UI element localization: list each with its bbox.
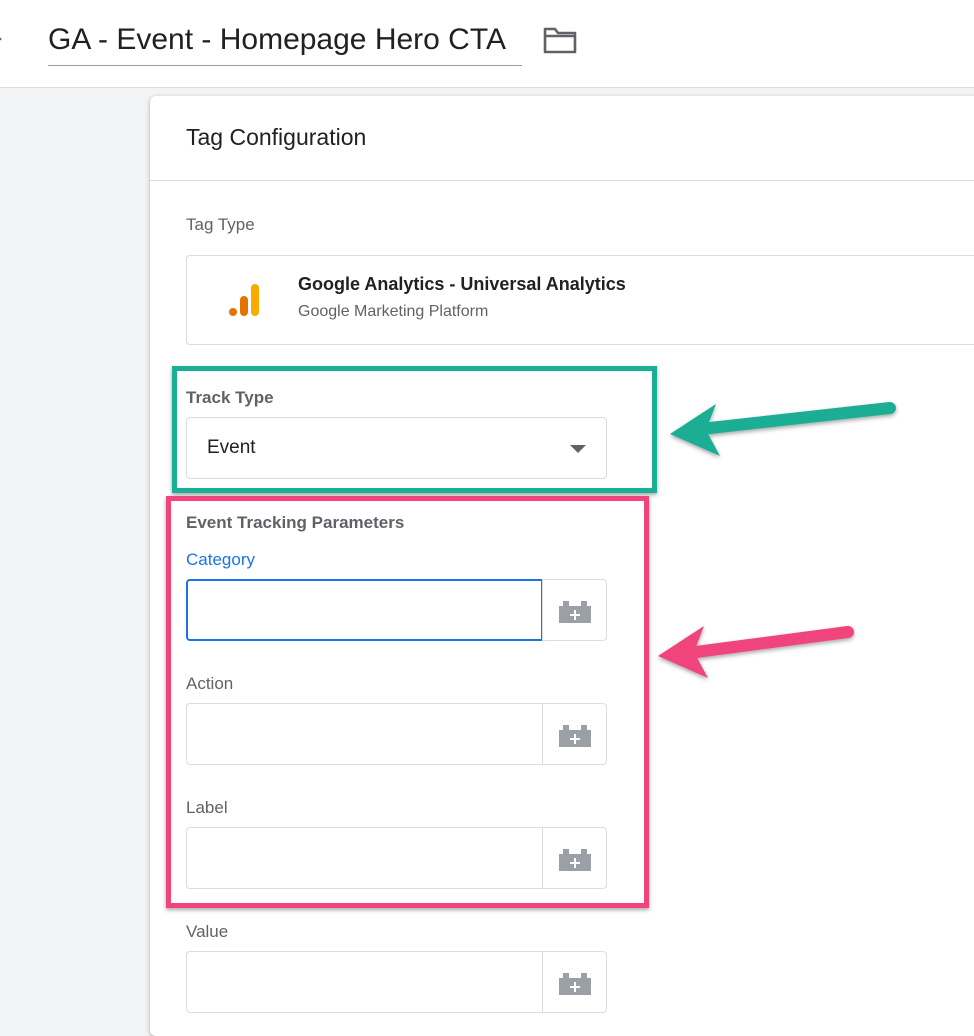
teal-arrow-icon — [670, 402, 896, 456]
tag-type-label: Tag Type — [186, 215, 255, 234]
card-header: Tag Configuration — [150, 96, 974, 181]
close-icon[interactable] — [0, 24, 8, 54]
folder-icon[interactable] — [542, 24, 578, 56]
tag-type-provider: Google Marketing Platform — [298, 303, 489, 320]
value-field-group — [186, 951, 607, 1013]
value-label: Value — [186, 922, 229, 941]
pink-arrow-icon — [658, 626, 854, 678]
tag-type-selector[interactable]: Google Analytics - Universal Analytics G… — [186, 255, 974, 345]
track-type-highlight-box — [172, 366, 657, 493]
tag-type-name: Google Analytics - Universal Analytics — [298, 274, 626, 294]
google-analytics-icon — [229, 284, 259, 316]
tag-name-input[interactable]: GA - Event - Homepage Hero CTA — [48, 20, 522, 66]
add-variable-icon — [559, 973, 591, 995]
value-variable-button[interactable] — [542, 951, 607, 1013]
top-bar: GA - Event - Homepage Hero CTA — [0, 0, 974, 88]
card-title: Tag Configuration — [186, 124, 367, 150]
value-input[interactable] — [186, 951, 543, 1013]
event-params-highlight-box — [166, 496, 649, 908]
